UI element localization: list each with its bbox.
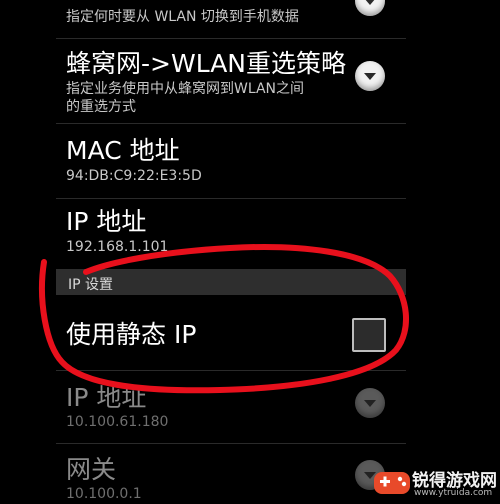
setting-value: 192.168.1.101 <box>66 239 169 255</box>
static-ip-checkbox[interactable] <box>352 318 386 352</box>
setting-row-wlan-to-mobile[interactable]: 指定何时要从 WLAN 切换到手机数据 <box>0 0 500 38</box>
section-header-label: IP 设置 <box>68 277 114 293</box>
setting-subtitle: 指定何时要从 WLAN 切换到手机数据 <box>66 9 299 25</box>
section-header-ip-settings: IP 设置 <box>56 269 406 295</box>
setting-title: IP 地址 <box>66 383 147 412</box>
setting-row-static-ip[interactable]: 使用静态 IP <box>0 296 500 370</box>
setting-row-ip-address: IP 地址 192.168.1.101 <box>0 199 500 269</box>
setting-row-static-ip-address[interactable]: IP 地址 10.100.61.180 <box>0 371 500 443</box>
setting-title: MAC 地址 <box>66 136 180 165</box>
setting-row-reselect-policy[interactable]: 蜂窝网->WLAN重选策略 指定业务使用中从蜂窝网到WLAN之间 的重选方式 <box>0 39 500 123</box>
setting-title: 使用静态 IP <box>66 320 197 349</box>
setting-title: 网关 <box>66 455 117 484</box>
setting-subtitle: 指定业务使用中从蜂窝网到WLAN之间 的重选方式 <box>66 81 305 115</box>
game-controller-icon <box>374 472 410 494</box>
dropdown-button[interactable] <box>355 61 385 91</box>
dropdown-button[interactable] <box>355 0 385 16</box>
setting-value: 94:DB:C9:22:E3:5D <box>66 168 202 184</box>
dropdown-button[interactable] <box>355 388 385 418</box>
setting-title: 蜂窝网->WLAN重选策略 <box>66 49 346 78</box>
watermark: 锐得游戏网 www.ytruida.com <box>372 460 500 504</box>
chevron-down-icon <box>364 0 376 5</box>
setting-row-mac-address: MAC 地址 94:DB:C9:22:E3:5D <box>0 124 500 198</box>
chevron-down-icon <box>364 73 376 80</box>
chevron-down-icon <box>364 400 376 407</box>
watermark-url: www.ytruida.com <box>414 488 493 498</box>
setting-value: 10.100.0.1 <box>66 486 142 502</box>
setting-value: 10.100.61.180 <box>66 414 169 430</box>
setting-title: IP 地址 <box>66 207 147 236</box>
